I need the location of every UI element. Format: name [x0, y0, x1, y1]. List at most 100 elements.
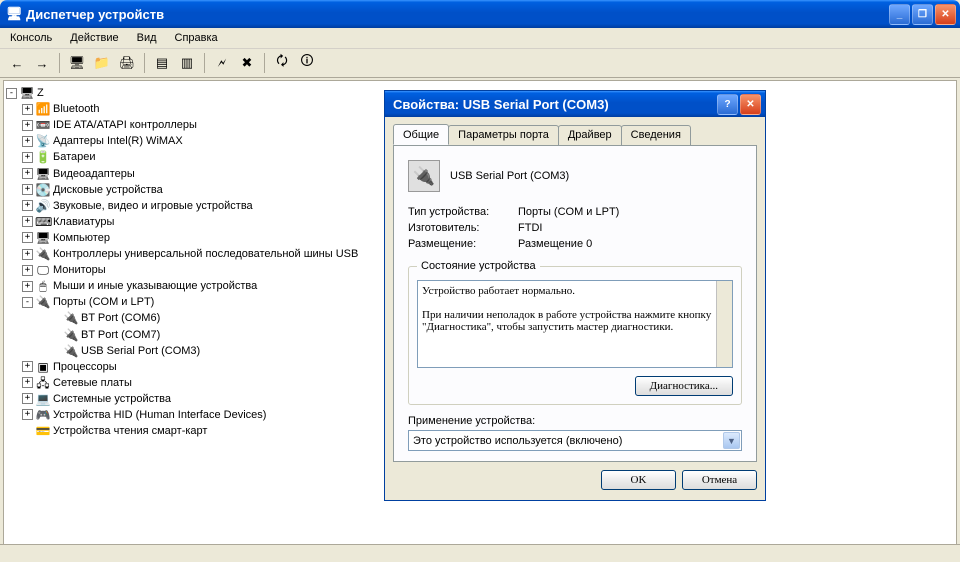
status-fieldset: Состояние устройства Устройство работает…	[408, 260, 742, 405]
expand-toggle[interactable]: +	[22, 265, 33, 276]
tree-item-label: Сетевые платы	[53, 377, 132, 389]
menu-view[interactable]: Вид	[133, 30, 161, 46]
ok-button[interactable]: OK	[601, 470, 676, 490]
print-icon[interactable]: 🖨	[116, 52, 138, 74]
tree-item-icon: 🖵	[35, 262, 51, 278]
expand-toggle[interactable]: +	[22, 232, 33, 243]
tree-item-icon: 🎮	[35, 407, 51, 423]
menubar: Консоль Действие Вид Справка	[0, 28, 960, 49]
expand-toggle[interactable]: +	[22, 184, 33, 195]
tree-icon[interactable]: 📁	[91, 52, 113, 74]
tree-root-label: Z	[37, 87, 44, 99]
dialog-title: Свойства: USB Serial Port (COM3)	[393, 97, 609, 112]
expand-toggle[interactable]: +	[22, 168, 33, 179]
expand-toggle[interactable]: +	[22, 377, 33, 388]
dialog-tabs: Общие Параметры порта Драйвер Сведения	[393, 125, 757, 146]
menu-console[interactable]: Консоль	[6, 30, 56, 46]
tree-item-icon: 💽	[35, 182, 51, 198]
menu-action[interactable]: Действие	[66, 30, 122, 46]
maximize-button[interactable]: ❐	[912, 4, 933, 25]
tab-general[interactable]: Общие	[393, 124, 449, 145]
nav-forward-button[interactable]: →	[31, 52, 53, 74]
tree-item-label: Устройства чтения смарт-карт	[53, 425, 207, 437]
nav-back-button[interactable]: ←	[6, 52, 28, 74]
dialog-help-button[interactable]: ?	[717, 94, 738, 115]
device-icon: 🔌	[408, 160, 440, 192]
tree-item-icon: 🖥	[35, 230, 51, 246]
menu-help[interactable]: Справка	[171, 30, 222, 46]
tab-details[interactable]: Сведения	[621, 125, 691, 145]
chevron-down-icon[interactable]: ▼	[723, 432, 740, 449]
value-manufacturer: FTDI	[518, 222, 542, 234]
tree-item-label: IDE ATA/ATAPI контроллеры	[53, 119, 197, 131]
scan-icon[interactable]: 🗲	[211, 52, 233, 74]
tree-item-icon: 💻	[35, 391, 51, 407]
tree-item-label: Bluetooth	[53, 103, 99, 115]
tree-item-label: Батареи	[53, 151, 96, 163]
tree-item-label: Мыши и иные указывающие устройства	[53, 280, 257, 292]
expand-toggle[interactable]: +	[22, 216, 33, 227]
status-scrollbar[interactable]	[716, 281, 732, 367]
tree-item-icon: 🔌	[63, 343, 79, 359]
expand-toggle[interactable]: +	[22, 281, 33, 292]
tree-item-icon: 🔊	[35, 198, 51, 214]
remove-icon[interactable]: ✖	[236, 52, 258, 74]
expand-toggle[interactable]: -	[22, 297, 33, 308]
tree-item-label: Видеоадаптеры	[53, 168, 135, 180]
tree-item-icon: 🔋	[35, 149, 51, 165]
expand-toggle[interactable]: +	[22, 152, 33, 163]
troubleshoot-button[interactable]: Диагностика...	[635, 376, 733, 396]
properties-dialog: Свойства: USB Serial Port (COM3) ? ✕ Общ…	[384, 90, 766, 501]
expand-toggle[interactable]: -	[6, 88, 17, 99]
computer-icon[interactable]: 🖥	[66, 52, 88, 74]
status-text[interactable]: Устройство работает нормально. При налич…	[417, 280, 733, 368]
expand-toggle[interactable]: +	[22, 393, 33, 404]
cancel-button[interactable]: Отмена	[682, 470, 757, 490]
expand-toggle[interactable]: +	[22, 249, 33, 260]
props-icon[interactable]: ▤	[151, 52, 173, 74]
dialog-titlebar: Свойства: USB Serial Port (COM3) ? ✕	[385, 91, 765, 117]
tree-item-icon: 🖱	[35, 278, 51, 294]
expand-toggle[interactable]: +	[22, 361, 33, 372]
status-legend: Состояние устройства	[417, 260, 540, 272]
window-title: Диспетчер устройств	[26, 7, 164, 22]
tree-item-label: Дисковые устройства	[53, 184, 163, 196]
value-location: Размещение 0	[518, 238, 592, 250]
tree-item-label: Системные устройства	[53, 393, 171, 405]
computer-icon: 🖥	[19, 85, 35, 101]
expand-toggle[interactable]: +	[22, 104, 33, 115]
usage-combo[interactable]: Это устройство используется (включено) ▼	[408, 430, 742, 451]
tree-item-label: Адаптеры Intel(R) WiMAX	[53, 135, 183, 147]
expand-toggle[interactable]: +	[22, 120, 33, 131]
usage-value: Это устройство используется (включено)	[413, 435, 622, 447]
tree-item-label: Контроллеры универсальной последовательн…	[53, 248, 358, 260]
tab-pane-general: 🔌 USB Serial Port (COM3) Тип устройства:…	[393, 145, 757, 462]
tree-item-icon: 🖧	[35, 375, 51, 391]
minimize-button[interactable]: _	[889, 4, 910, 25]
props2-icon[interactable]: ▥	[176, 52, 198, 74]
close-button[interactable]: ✕	[935, 4, 956, 25]
dialog-close-button[interactable]: ✕	[740, 94, 761, 115]
expand-toggle[interactable]: +	[22, 136, 33, 147]
usage-label: Применение устройства:	[408, 415, 742, 427]
window-titlebar: 🖥 Диспетчер устройств _ ❐ ✕	[0, 0, 960, 28]
tree-item-label: USB Serial Port (COM3)	[81, 345, 200, 357]
tab-driver[interactable]: Драйвер	[558, 125, 622, 145]
status-bar	[0, 544, 960, 562]
help-icon[interactable]: 🛈	[296, 52, 318, 74]
value-device-type: Порты (COM и LPT)	[518, 206, 619, 218]
label-device-type: Тип устройства:	[408, 206, 518, 218]
app-icon: 🖥	[6, 6, 22, 22]
tree-item-icon: 🔌	[63, 327, 79, 343]
expand-toggle[interactable]: +	[22, 200, 33, 211]
refresh-icon[interactable]: 🗘	[271, 52, 293, 74]
tree-item-label: Мониторы	[53, 264, 106, 276]
tree-item-label: Звуковые, видео и игровые устройства	[53, 200, 253, 212]
tree-item-label: Порты (COM и LPT)	[53, 296, 154, 308]
tree-item-label: Процессоры	[53, 361, 117, 373]
tree-item-label: Устройства HID (Human Interface Devices)	[53, 409, 266, 421]
tree-item-icon: 📼	[35, 117, 51, 133]
expand-toggle[interactable]: +	[22, 409, 33, 420]
tab-port[interactable]: Параметры порта	[448, 125, 559, 145]
device-name: USB Serial Port (COM3)	[450, 170, 569, 182]
